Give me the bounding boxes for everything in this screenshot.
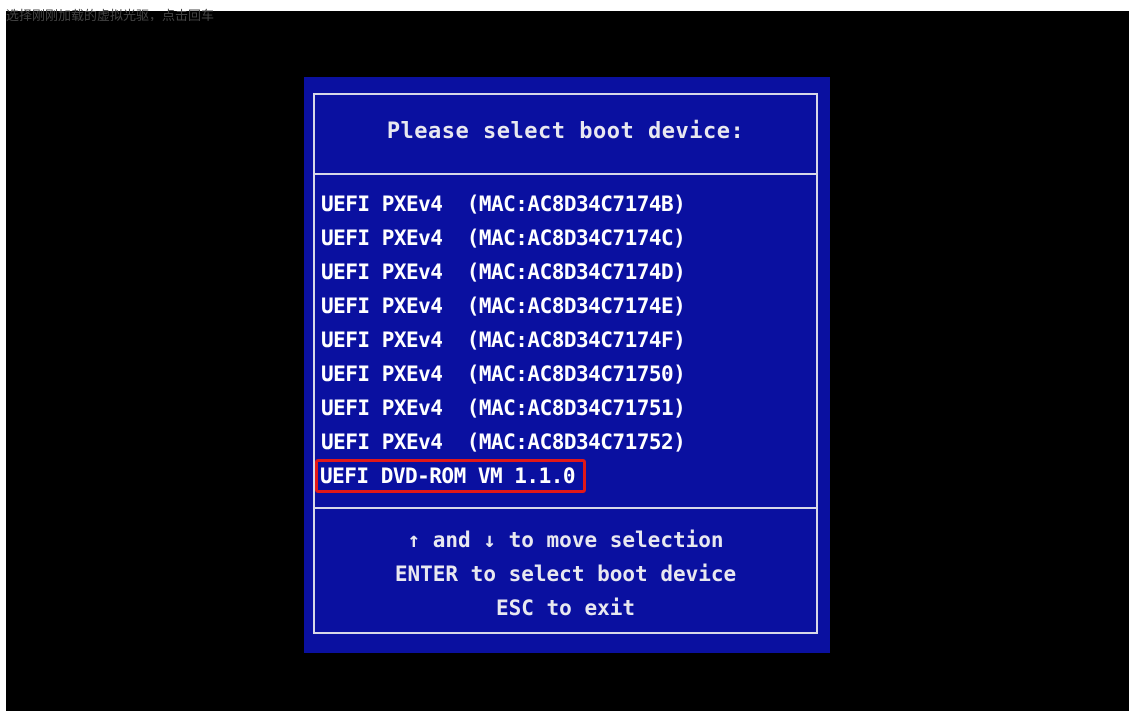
title-divider: [315, 173, 816, 175]
help-line-navigate: ↑ and ↓ to move selection: [407, 528, 724, 552]
boot-device-item[interactable]: UEFI PXEv4 (MAC:AC8D34C71751): [321, 391, 686, 425]
boot-device-item-selected[interactable]: UEFI DVD-ROM VM 1.1.0: [315, 459, 685, 493]
boot-device-item[interactable]: UEFI PXEv4 (MAC:AC8D34C7174C): [321, 221, 686, 255]
boot-device-list: UEFI PXEv4 (MAC:AC8D34C7174B) UEFI PXEv4…: [315, 187, 686, 493]
boot-screen: 选择刚刚加载的虚拟光驱，点击回车 Please select boot devi…: [6, 9, 1129, 711]
help-text: ↑ and ↓ to move selection ENTER to selec…: [315, 523, 816, 625]
help-line-enter: ENTER to select boot device: [394, 562, 737, 586]
help-line-esc: ESC to exit: [495, 596, 636, 620]
help-divider: [315, 507, 816, 509]
boot-device-item[interactable]: UEFI PXEv4 (MAC:AC8D34C71750): [321, 357, 686, 391]
boot-device-item[interactable]: UEFI PXEv4 (MAC:AC8D34C7174D): [321, 255, 686, 289]
boot-device-item[interactable]: UEFI PXEv4 (MAC:AC8D34C7174E): [321, 289, 686, 323]
boot-device-item[interactable]: UEFI PXEv4 (MAC:AC8D34C7174B): [321, 187, 686, 221]
boot-device-item[interactable]: UEFI PXEv4 (MAC:AC8D34C71752): [321, 425, 686, 459]
page-caption: 选择刚刚加载的虚拟光驱，点击回车: [6, 9, 215, 21]
boot-device-dialog: Please select boot device: UEFI PXEv4 (M…: [304, 77, 830, 653]
selection-highlight: UEFI DVD-ROM VM 1.1.0: [315, 459, 587, 493]
boot-device-item[interactable]: UEFI PXEv4 (MAC:AC8D34C7174F): [321, 323, 686, 357]
dialog-frame: Please select boot device: UEFI PXEv4 (M…: [313, 93, 818, 634]
dialog-title: Please select boot device:: [386, 119, 745, 144]
